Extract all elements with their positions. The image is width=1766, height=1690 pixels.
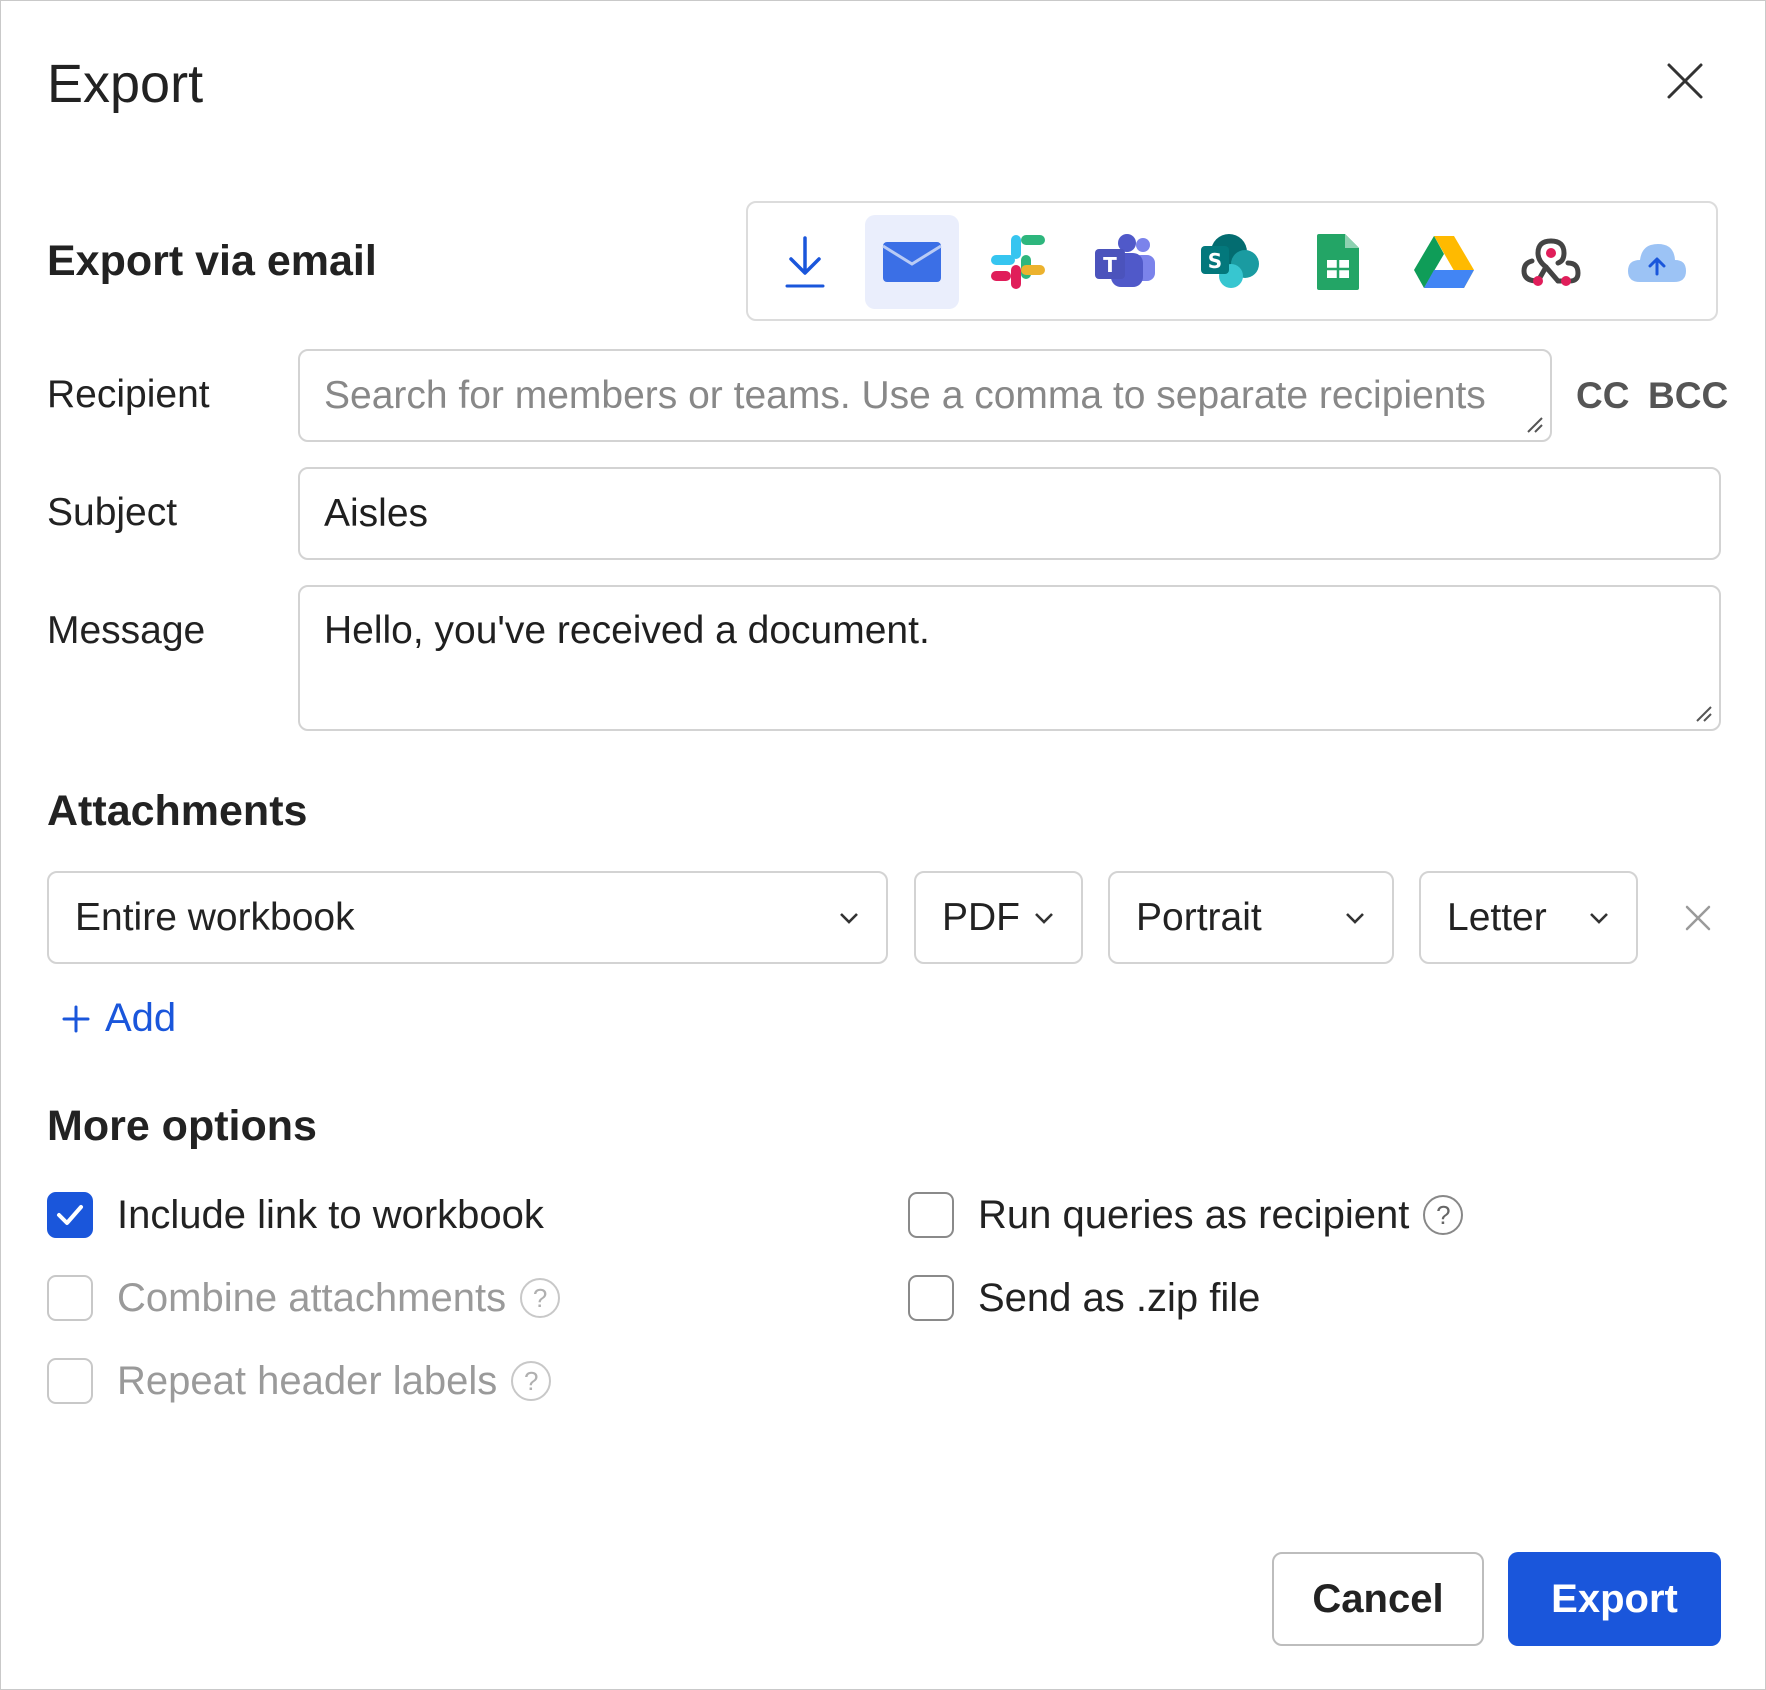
chevron-down-icon <box>840 912 858 924</box>
svg-text:T: T <box>1103 253 1117 277</box>
recipient-input[interactable]: Search for members or teams. Use a comma… <box>298 349 1552 442</box>
download-icon <box>785 236 825 288</box>
message-textarea[interactable]: Hello, you've received a document. <box>298 585 1721 731</box>
chevron-down-icon <box>1035 912 1053 924</box>
attachment-format-select[interactable]: PDF <box>914 871 1083 964</box>
destination-toolbar: T S <box>746 201 1718 321</box>
run-queries-option: Run queries as recipient ? <box>908 1192 1464 1238</box>
checkmark-icon <box>57 1205 83 1225</box>
repeat-header-labels-option: Repeat header labels ? <box>47 1358 552 1404</box>
bcc-toggle[interactable]: BCC <box>1648 375 1728 417</box>
webhook-icon <box>1521 238 1581 286</box>
cloud-upload-icon <box>1628 244 1686 282</box>
repeat-header-labels-label: Repeat header labels <box>117 1358 498 1403</box>
more-options-title: More options <box>47 1102 317 1150</box>
chevron-down-icon <box>1590 912 1608 924</box>
close-icon[interactable] <box>1661 57 1709 105</box>
resize-handle-icon[interactable] <box>1522 412 1544 434</box>
export-button[interactable]: Export <box>1508 1552 1721 1646</box>
teams-button[interactable]: T <box>1078 215 1172 309</box>
sharepoint-button[interactable]: S <box>1184 215 1278 309</box>
attachment-scope-select[interactable]: Entire workbook <box>47 871 888 964</box>
include-link-checkbox[interactable] <box>47 1192 93 1238</box>
recipient-label: Recipient <box>47 373 210 416</box>
subject-value: Aisles <box>324 491 429 535</box>
combine-attachments-label: Combine attachments <box>117 1275 507 1320</box>
message-label: Message <box>47 609 206 652</box>
cc-toggle[interactable]: CC <box>1576 375 1629 417</box>
send-zip-checkbox[interactable] <box>908 1275 954 1321</box>
run-queries-checkbox[interactable] <box>908 1192 954 1238</box>
attachment-format-value: PDF <box>942 895 1020 939</box>
send-zip-label: Send as .zip file <box>978 1275 1261 1320</box>
run-queries-label: Run queries as recipient <box>978 1192 1410 1237</box>
svg-text:S: S <box>1208 249 1222 273</box>
recipient-placeholder: Search for members or teams. Use a comma… <box>324 373 1486 417</box>
include-link-option: Include link to workbook <box>47 1192 544 1238</box>
attachment-scope-value: Entire workbook <box>75 895 355 939</box>
download-button[interactable] <box>758 215 852 309</box>
attachment-paper-size-select[interactable]: Letter <box>1419 871 1638 964</box>
email-icon <box>882 242 942 282</box>
google-drive-button[interactable] <box>1397 215 1491 309</box>
attachment-orientation-select[interactable]: Portrait <box>1108 871 1394 964</box>
repeat-header-labels-checkbox[interactable] <box>47 1358 93 1404</box>
message-value: Hello, you've received a document. <box>324 609 930 652</box>
combine-attachments-checkbox[interactable] <box>47 1275 93 1321</box>
attachments-title: Attachments <box>47 787 308 835</box>
help-icon[interactable]: ? <box>1423 1195 1464 1235</box>
microsoft-teams-icon: T <box>1095 234 1155 287</box>
include-link-label: Include link to workbook <box>117 1192 544 1237</box>
subject-label: Subject <box>47 491 178 534</box>
combine-attachments-option: Combine attachments ? <box>47 1275 561 1321</box>
google-drive-icon <box>1414 236 1474 288</box>
chevron-down-icon <box>1346 912 1364 924</box>
dialog-title: Export <box>47 54 204 114</box>
help-icon[interactable]: ? <box>511 1361 552 1401</box>
remove-attachment-icon[interactable] <box>1683 903 1713 933</box>
subject-input[interactable]: Aisles <box>298 467 1721 560</box>
help-icon[interactable]: ? <box>520 1278 561 1318</box>
add-attachment-button[interactable]: Add <box>61 996 176 1041</box>
resize-handle-icon[interactable] <box>1691 701 1713 723</box>
plus-icon <box>62 1005 90 1032</box>
slack-button[interactable] <box>971 215 1065 309</box>
google-sheets-icon <box>1317 234 1359 290</box>
attachment-orientation-value: Portrait <box>1136 895 1262 939</box>
sharepoint-icon: S <box>1201 234 1259 288</box>
google-sheets-button[interactable] <box>1291 215 1385 309</box>
webhook-button[interactable] <box>1504 215 1598 309</box>
cancel-button[interactable]: Cancel <box>1272 1552 1484 1646</box>
send-zip-option: Send as .zip file <box>908 1275 1260 1321</box>
add-attachment-label: Add <box>105 996 177 1040</box>
cloud-upload-button[interactable] <box>1610 215 1704 309</box>
attachment-paper-size-value: Letter <box>1447 895 1547 939</box>
slack-icon <box>991 235 1045 289</box>
section-title: Export via email <box>47 237 377 285</box>
export-dialog: Export Export via email T S Recipient Se… <box>0 0 1766 1690</box>
email-button[interactable] <box>865 215 959 309</box>
